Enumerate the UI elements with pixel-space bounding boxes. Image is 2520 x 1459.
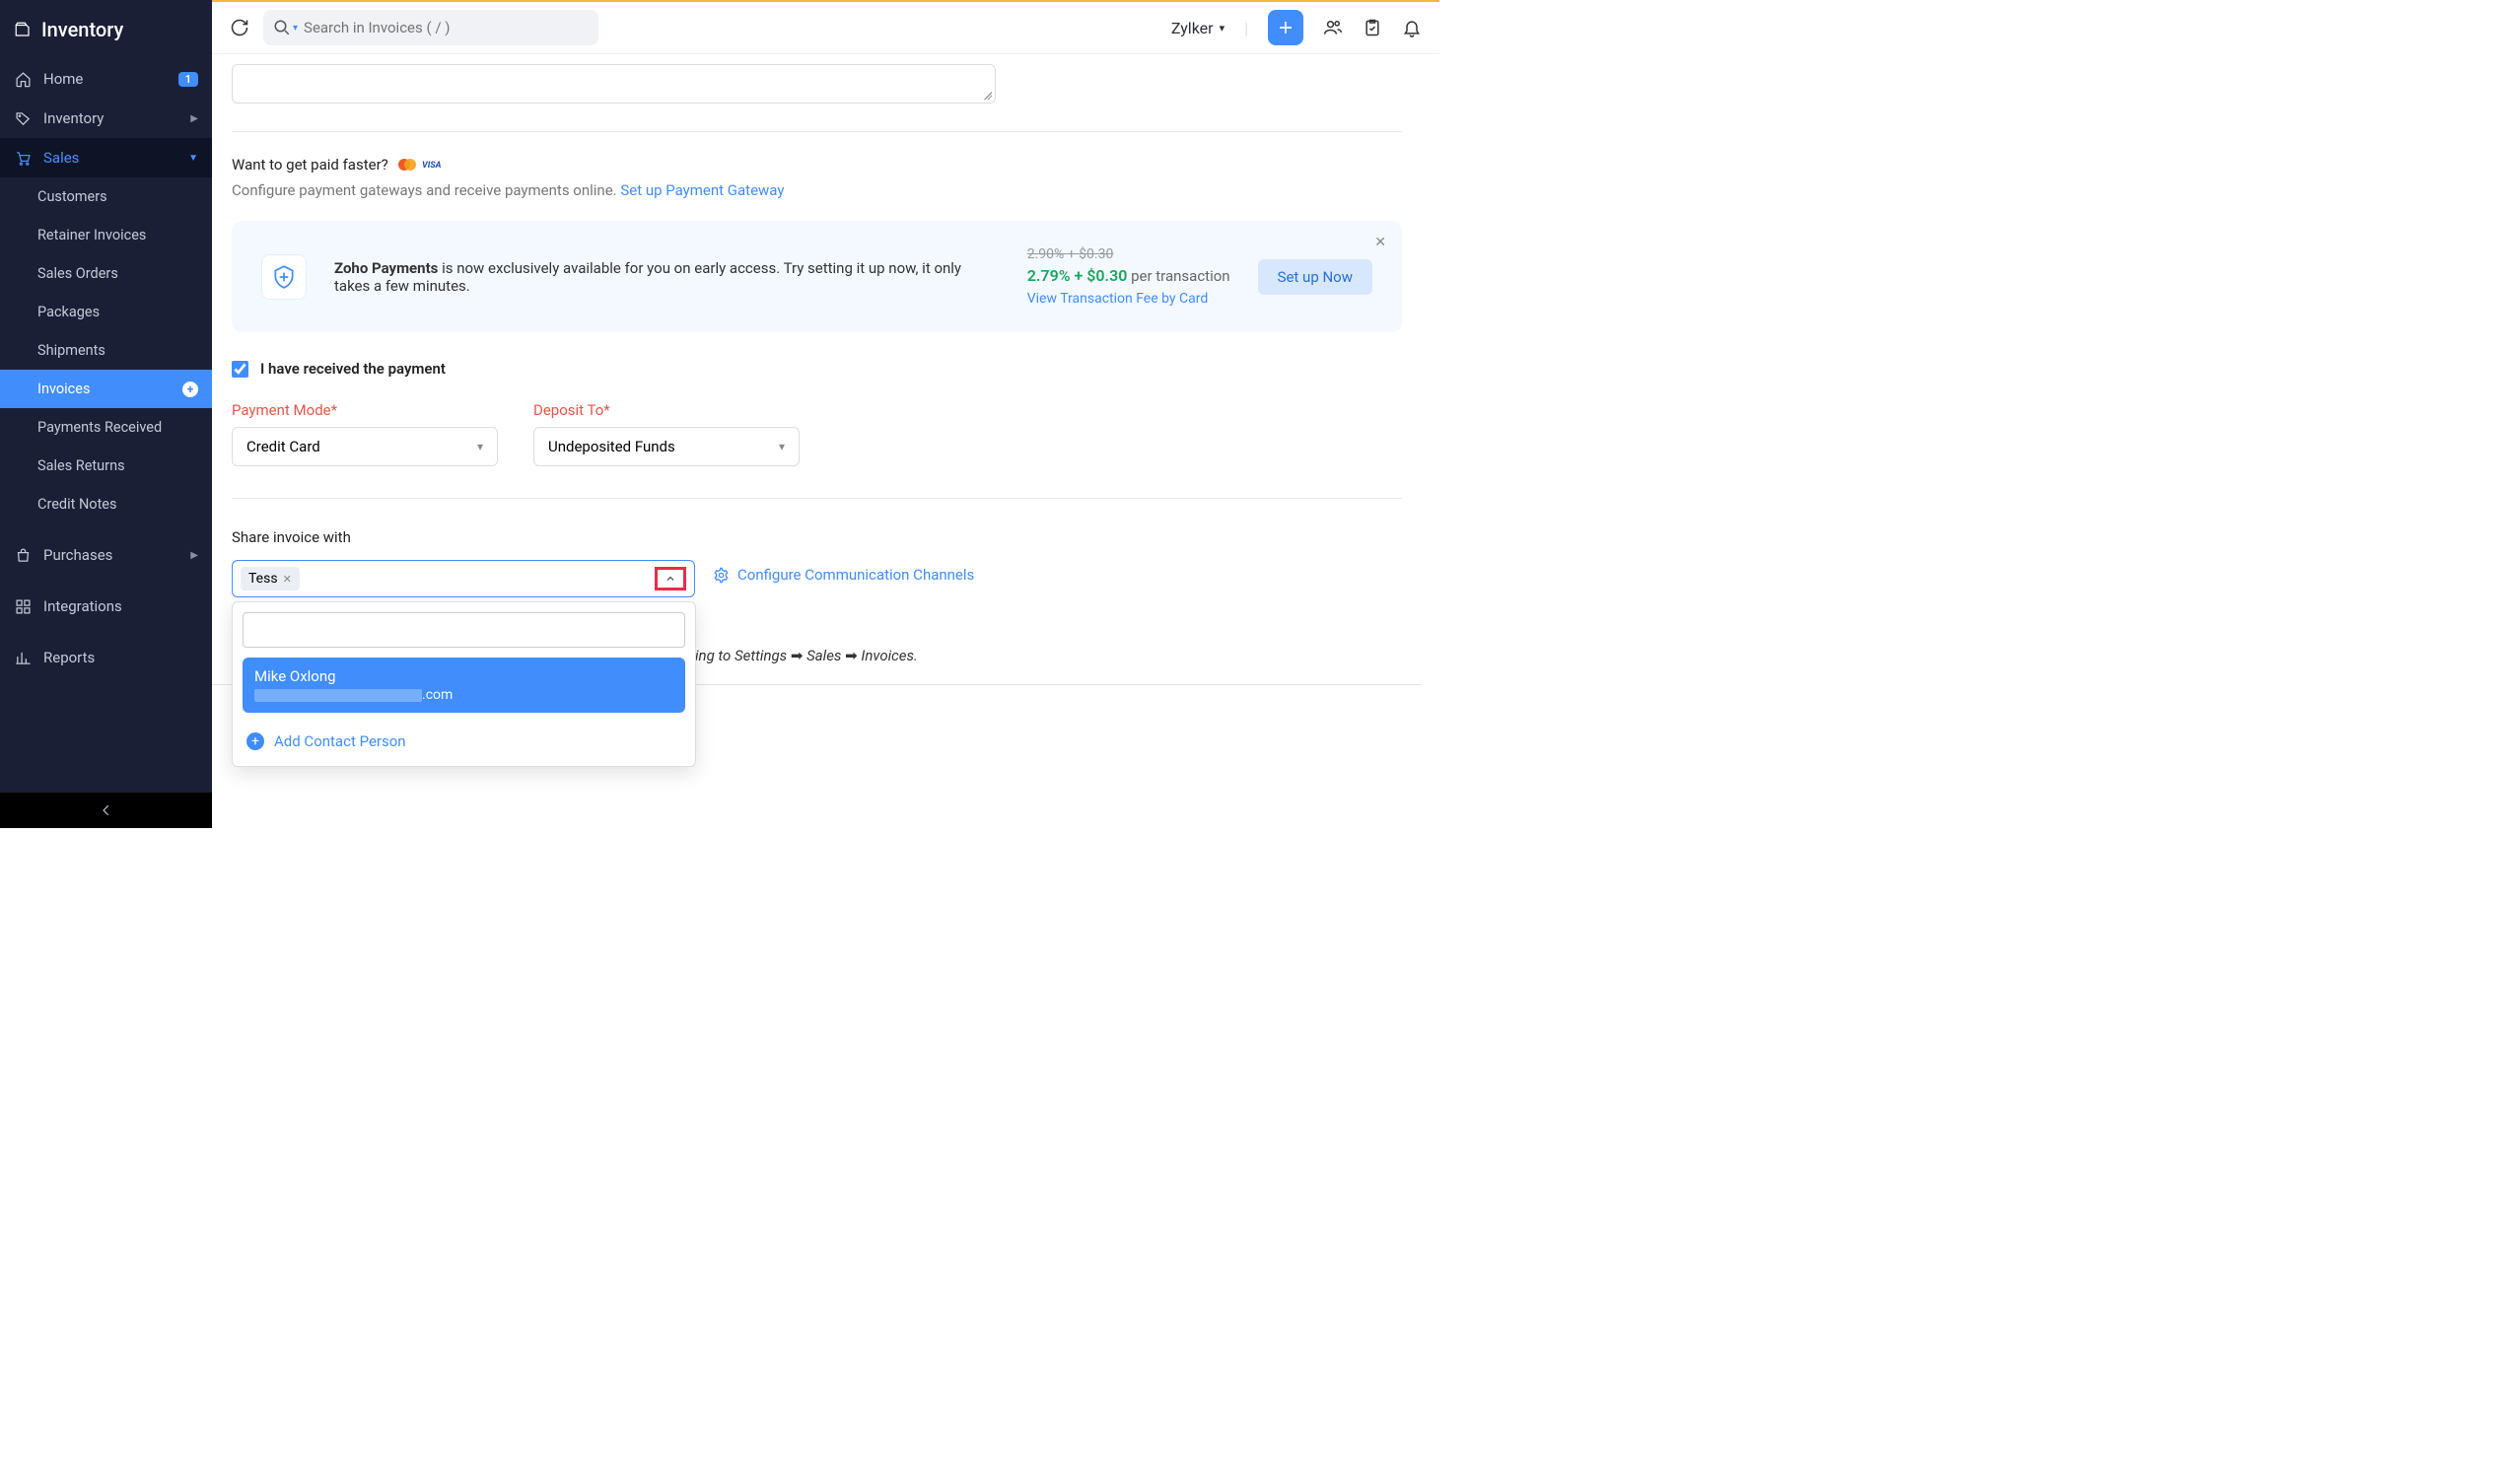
payment-gateway-heading: Want to get paid faster? VISA <box>232 156 1402 174</box>
payment-received-label: I have received the payment <box>260 360 446 378</box>
payment-mode-label: Payment Mode* <box>232 401 498 419</box>
bell-icon[interactable] <box>1402 18 1422 37</box>
add-invoice-icon[interactable]: + <box>182 382 198 397</box>
configure-channels-link[interactable]: Configure Communication Channels <box>713 566 974 584</box>
share-title: Share invoice with <box>232 528 1402 546</box>
sidebar-item-sales[interactable]: Sales ▼ <box>0 138 212 177</box>
fee-link[interactable]: View Transaction Fee by Card <box>1027 291 1230 307</box>
sidebar-item-purchases[interactable]: Purchases ▶ <box>0 535 212 575</box>
sidebar-item-credit[interactable]: Credit Notes <box>0 485 212 523</box>
chevron-left-icon <box>100 803 113 817</box>
visa-icon: VISA <box>422 160 450 170</box>
contact-email: .com <box>254 687 673 703</box>
bag-icon <box>14 546 32 564</box>
integrations-icon <box>14 597 32 615</box>
plus-icon <box>1277 19 1295 36</box>
app-name: Inventory <box>41 18 123 41</box>
cart-icon <box>14 149 32 167</box>
setup-now-button[interactable]: Set up Now <box>1258 259 1372 295</box>
svg-text:VISA: VISA <box>422 161 442 170</box>
sidebar-item-invoices[interactable]: Invoices + <box>0 370 212 408</box>
card-brand-icons: VISA <box>396 158 450 172</box>
chevron-down-icon: ▾ <box>779 440 785 453</box>
mastercard-icon <box>396 158 418 172</box>
tag-icon <box>14 109 32 127</box>
chevron-right-icon: ▶ <box>190 550 198 561</box>
dropdown-search-input[interactable] <box>243 612 685 648</box>
home-icon <box>14 70 32 88</box>
sidebar-item-reports[interactable]: Reports <box>0 638 212 677</box>
divider <box>232 131 1402 132</box>
recipient-dropdown: Mike Oxlong .com + Add Contact Person <box>232 601 696 767</box>
deposit-to-label: Deposit To* <box>533 401 800 419</box>
search-icon <box>273 19 291 36</box>
payment-mode-group: Payment Mode* Credit Card ▾ <box>232 401 498 466</box>
sidebar-item-packages[interactable]: Packages <box>0 293 212 331</box>
sidebar-item-integrations[interactable]: Integrations <box>0 587 212 626</box>
chevron-down-icon: ▾ <box>1220 22 1225 35</box>
deposit-to-select[interactable]: Undeposited Funds ▾ <box>533 427 800 466</box>
reload-button[interactable] <box>230 18 249 37</box>
inventory-app-icon <box>14 21 32 38</box>
sidebar-item-customers[interactable]: Customers <box>0 177 212 216</box>
sidebar-item-returns[interactable]: Sales Returns <box>0 447 212 485</box>
chevron-right-icon: ▶ <box>190 113 198 124</box>
promo-pricing: 2.90% + $0.30 2.79% + $0.30 per transact… <box>1027 246 1230 307</box>
plus-circle-icon: + <box>246 732 264 750</box>
sidebar-item-inventory[interactable]: Inventory ▶ <box>0 99 212 138</box>
chip-dropdown-toggle[interactable] <box>655 567 686 591</box>
add-contact-person[interactable]: + Add Contact Person <box>243 727 685 756</box>
chevron-down-icon: ▾ <box>477 440 483 453</box>
deposit-to-group: Deposit To* Undeposited Funds ▾ <box>533 401 800 466</box>
topbar: ▾ Zylker ▾ | <box>212 0 1439 54</box>
main-area: ▾ Zylker ▾ | <box>212 0 1439 828</box>
chevron-up-icon <box>665 573 676 585</box>
sidebar-nav: Home 1 Inventory ▶ Sales ▼ Customers Ret… <box>0 59 212 793</box>
sidebar-item-home[interactable]: Home 1 <box>0 59 212 99</box>
promo-text: Zoho Payments is now exclusively availab… <box>334 259 1000 295</box>
search-input[interactable] <box>298 16 589 39</box>
chart-icon <box>14 649 32 666</box>
remove-chip-icon[interactable]: ✕ <box>283 573 292 586</box>
sidebar: Inventory Home 1 Inventory ▶ <box>0 0 212 828</box>
clipboard-icon[interactable] <box>1363 18 1382 37</box>
close-promo-icon[interactable]: ✕ <box>1374 235 1386 250</box>
payment-mode-select[interactable]: Credit Card ▾ <box>232 427 498 466</box>
notes-textarea[interactable] <box>232 64 996 104</box>
sidebar-item-retainer[interactable]: Retainer Invoices <box>0 216 212 254</box>
org-switcher[interactable]: Zylker ▾ <box>1171 19 1225 37</box>
sidebar-item-salesorders[interactable]: Sales Orders <box>0 254 212 293</box>
share-section: Share invoice with Tess ✕ <box>232 498 1402 664</box>
users-icon[interactable] <box>1323 18 1343 37</box>
quick-add-button[interactable] <box>1268 10 1303 45</box>
gear-icon <box>713 567 730 584</box>
payment-received-row: I have received the payment <box>232 360 1402 378</box>
dropdown-item-mike[interactable]: Mike Oxlong .com <box>243 658 685 713</box>
payment-gateway-subtext: Configure payment gateways and receive p… <box>232 181 1402 199</box>
zoho-payments-icon <box>261 254 307 300</box>
home-badge: 1 <box>178 72 198 87</box>
chevron-down-icon: ▼ <box>188 153 198 164</box>
sidebar-collapse-button[interactable] <box>0 793 212 828</box>
zoho-payments-promo: Zoho Payments is now exclusively availab… <box>232 221 1402 332</box>
payment-received-checkbox[interactable] <box>232 361 248 378</box>
search-bar[interactable]: ▾ <box>263 10 598 45</box>
app-header: Inventory <box>0 0 212 59</box>
setup-gateway-link[interactable]: Set up Payment Gateway <box>620 181 784 199</box>
share-recipient-input[interactable]: Tess ✕ Mike Oxlong .com <box>232 560 695 597</box>
sidebar-item-payments[interactable]: Payments Received <box>0 408 212 447</box>
sidebar-item-shipments[interactable]: Shipments <box>0 331 212 370</box>
content-scroll[interactable]: Want to get paid faster? VISA Configure … <box>212 54 1439 828</box>
recipient-chip: Tess ✕ <box>241 567 300 591</box>
